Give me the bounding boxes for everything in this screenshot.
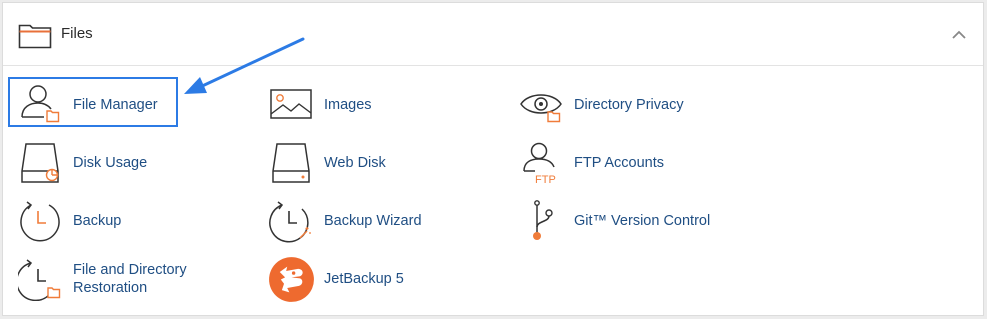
ftp-accounts-icon: FTP <box>523 142 556 185</box>
ftp-badge: FTP <box>535 174 556 185</box>
disk-usage-link[interactable]: Disk Usage <box>18 141 218 191</box>
item-label: Backup Wizard <box>324 213 422 229</box>
item-label: File Manager <box>73 97 158 113</box>
item-label: JetBackup 5 <box>324 271 404 287</box>
disk-usage-icon <box>21 143 59 183</box>
file-directory-restoration-icon <box>18 259 61 301</box>
item-label: File and Directory Restoration <box>73 262 187 296</box>
chevron-up-icon[interactable] <box>949 25 969 45</box>
item-label: Git™ Version Control <box>574 213 711 229</box>
item-label: Backup <box>73 213 122 229</box>
git-version-control-link[interactable]: Git™ Version Control <box>519 199 739 249</box>
backup-icon <box>20 201 60 242</box>
files-panel: Files File Manager Images Directory Priv <box>2 2 984 316</box>
item-label: Images <box>324 97 372 113</box>
file-manager-icon <box>21 85 60 123</box>
directory-privacy-icon <box>520 94 562 123</box>
backup-link[interactable]: Backup <box>18 199 218 249</box>
item-label: Directory Privacy <box>574 97 684 113</box>
folder-icon <box>18 24 52 49</box>
file-manager-link[interactable]: File Manager <box>18 83 178 133</box>
panel-title: Files <box>61 25 93 42</box>
file-directory-restoration-link[interactable]: File and Directory Restoration <box>18 257 218 307</box>
web-disk-icon <box>272 143 310 183</box>
images-link[interactable]: Images <box>269 83 469 133</box>
images-icon <box>270 89 312 119</box>
item-label: FTP Accounts <box>574 155 664 171</box>
jetbackup-link[interactable]: JetBackup 5 <box>269 257 469 307</box>
ftp-accounts-link[interactable]: FTP FTP Accounts <box>519 141 719 191</box>
git-version-control-icon <box>533 200 553 240</box>
item-label: Web Disk <box>324 155 386 171</box>
item-label: Disk Usage <box>73 155 148 171</box>
web-disk-link[interactable]: Web Disk <box>269 141 469 191</box>
jetbackup-icon <box>269 257 314 302</box>
directory-privacy-link[interactable]: Directory Privacy <box>519 83 719 133</box>
files-panel-header[interactable]: Files <box>3 3 983 66</box>
backup-wizard-icon <box>269 201 311 243</box>
backup-wizard-link[interactable]: Backup Wizard <box>269 199 469 249</box>
